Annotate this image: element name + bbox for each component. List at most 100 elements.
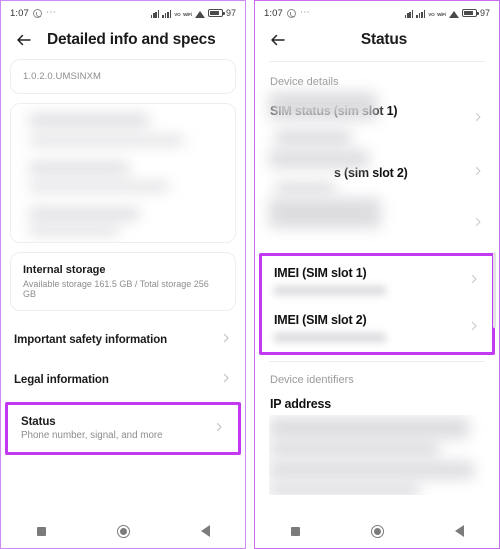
whatsapp-icon [32,8,42,18]
redacted-line [269,483,419,495]
row-title: Legal information [14,374,109,386]
clock: 1:07 [264,7,283,19]
navigation-bar-right [255,514,499,548]
volte-icon: VO WiFi [174,11,192,17]
square-icon[interactable] [36,526,46,536]
clock: 1:07 [10,7,29,19]
right-content-scroll[interactable]: Device details SIM status (sim slot 1) s… [255,62,499,495]
whatsapp-icon [286,8,296,18]
highlight-box-imei: IMEI (SIM slot 1) IMEI (SIM slot 2) [259,253,495,355]
row-main: SIM status (sim slot 1) [270,104,398,133]
signal-icon-sim2 [162,9,172,18]
row-main: IMEI (SIM slot 1) [274,266,386,295]
row-title: IP address [270,397,332,411]
back-arrow-icon[interactable] [269,31,287,49]
status-bar-right: 1:07 ⋯ VO WiFi 97 [255,1,499,25]
left-content-scroll[interactable]: 1.0.2.0.UMSINXM Internal storage Availab… [1,59,245,455]
section-label-device-details: Device details [270,76,339,88]
redacted-overlay-ip [269,415,485,495]
row-legal-information[interactable]: Legal information [1,360,245,400]
volte-icon: VO WiFi [428,11,446,17]
row-status[interactable]: Status Phone number, signal, and more [8,405,238,452]
square-icon[interactable] [290,526,300,536]
notification-overflow-icon: ⋯ [299,7,311,18]
internal-storage-card[interactable]: Internal storage Available storage 161.5… [10,252,236,311]
row-main: IP address [270,397,331,411]
row-sim-status-slot1[interactable]: SIM status (sim slot 1) [255,97,499,142]
row-title: SIM status (sim slot 1) [270,104,398,118]
triangle-icon[interactable] [454,525,464,537]
row-main: s (sim slot 2) [270,166,408,180]
phone-screenshot-left: 1:07 ⋯ VO WiFi 97 Detailed info and spec [0,0,246,549]
chevron-right-icon [472,110,484,128]
internal-storage-title: Internal storage [23,264,106,276]
status-bar-right-group: VO WiFi 97 [150,8,236,19]
wifi-icon [448,10,459,18]
redacted-line [29,136,184,145]
back-arrow-icon[interactable] [15,31,33,49]
status-bar-left-group: 1:07 ⋯ [264,8,310,19]
chevron-right-icon [472,164,484,182]
status-bar-left-group: 1:07 ⋯ [10,8,56,19]
signal-icon-sim2 [416,9,426,18]
row-main: Status Phone number, signal, and more [21,416,163,441]
row-important-safety-information[interactable]: Important safety information [1,320,245,360]
phone-screenshot-right: 1:07 ⋯ VO WiFi 97 Status Device details … [254,0,500,549]
chevron-right-icon [213,420,225,438]
app-bar-right: Status [255,25,499,61]
redacted-line [29,182,169,191]
chevron-right-icon [468,272,480,290]
screenshot-stage: 1:07 ⋯ VO WiFi 97 Detailed info and spec [0,0,500,549]
redacted-line [29,208,139,220]
version-card[interactable]: 1.0.2.0.UMSINXM [10,59,236,94]
chevron-right-icon [472,215,484,233]
circle-icon[interactable] [116,524,130,538]
redacted-line [29,114,149,127]
notification-overflow-icon: ⋯ [45,7,57,18]
redacted-value [274,286,386,295]
scrollbar[interactable] [493,252,496,328]
row-title: Important safety information [14,334,168,346]
redacted-line [29,226,119,235]
redacted-value [274,333,386,342]
status-bar-right-group: VO WiFi 97 [404,8,490,19]
internal-storage-detail: Available storage 161.5 GB / Total stora… [23,279,209,299]
triangle-icon[interactable] [200,525,210,537]
row-title: IMEI (SIM slot 2) [274,313,367,327]
row-imei-slot1[interactable]: IMEI (SIM slot 1) [262,256,492,301]
row-title: Status [21,416,56,428]
signal-icon-sim1 [150,9,160,18]
row-main: Legal information [14,374,109,386]
status-bar-left: 1:07 ⋯ VO WiFi 97 [1,1,245,25]
redacted-line [269,417,469,439]
highlight-box-status: Status Phone number, signal, and more [5,402,241,455]
row-main: IMEI (SIM slot 2) [274,313,386,342]
redacted-line [29,162,129,174]
redacted-line [269,461,474,479]
chevron-right-icon [220,371,232,389]
chevron-right-icon [468,319,480,337]
wifi-icon [194,10,205,18]
row-title: s (sim slot 2) [334,166,408,180]
row-imei-slot2[interactable]: IMEI (SIM slot 2) [262,301,492,352]
row-subtitle: Phone number, signal, and more [21,430,163,441]
page-title: Detailed info and specs [47,31,216,48]
redacted-specs-card [10,103,236,243]
battery-percent: 97 [225,8,236,18]
circle-icon[interactable] [370,524,384,538]
row-sim-status-slot2[interactable]: s (sim slot 2) [255,142,499,191]
battery-percent: 97 [479,8,490,18]
row-redacted-third[interactable] [255,191,499,247]
row-title: IMEI (SIM slot 1) [274,266,367,280]
battery-icon [461,9,479,17]
app-bar-left: Detailed info and specs [1,25,245,59]
page-title: Status [360,31,408,48]
redacted-line [269,441,439,457]
chevron-right-icon [220,331,232,349]
navigation-bar-left [1,514,245,548]
section-label-device-identifiers: Device identifiers [270,374,354,386]
row-ip-address[interactable]: IP address [255,390,499,415]
battery-icon [207,9,225,17]
row-main: Important safety information [14,334,167,346]
signal-icon-sim1 [404,9,414,18]
